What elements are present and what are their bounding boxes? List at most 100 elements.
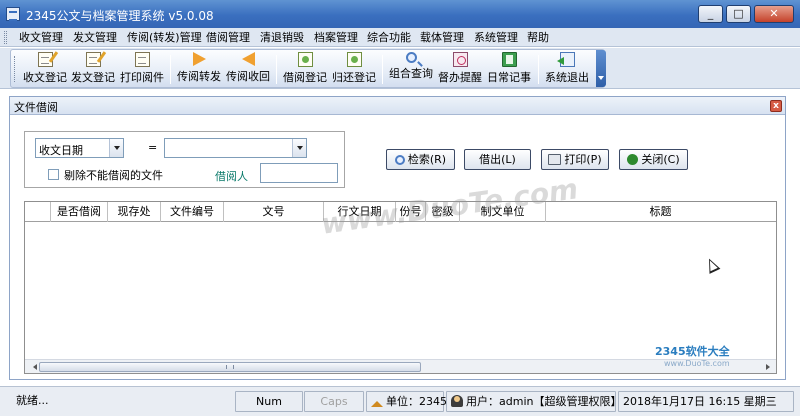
menu-borrow[interactable]: 借阅管理 [206, 30, 250, 45]
borrower-label: 借阅人 [215, 170, 248, 183]
receive-doc-icon [37, 52, 53, 67]
toolbar-circulate-recall[interactable]: 传阅收回 [226, 52, 270, 86]
arrow-left-icon [241, 52, 255, 66]
toolbar-grip[interactable] [14, 56, 17, 82]
borrow-window: 文件借阅 x 收文日期 = 剔除不能借阅的文件 借阅人 检索(R) 借出(L) … [9, 96, 786, 380]
status-unit: 单位：2345 [366, 391, 447, 412]
exclude-unborrowable-label: 剔除不能借阅的文件 [64, 169, 163, 182]
toolbar-label: 打印阅件 [120, 71, 164, 84]
value-select[interactable] [164, 138, 307, 158]
menu-combined[interactable]: 综合功能 [367, 30, 411, 45]
logo-text: 2345软件大全 [655, 345, 730, 358]
print-button[interactable]: 打印(P) [541, 149, 609, 170]
col-location[interactable]: 现存处 [108, 202, 161, 222]
search-icon [405, 52, 417, 63]
window-title: 2345公文与档案管理系统 v5.0.08 [26, 9, 214, 23]
close-icon: ✕ [769, 7, 779, 20]
borrower-input[interactable] [260, 163, 338, 183]
notebook-icon [501, 52, 517, 67]
menu-archive[interactable]: 档案管理 [314, 30, 358, 45]
toolbar-label: 系统退出 [545, 71, 589, 84]
search-button[interactable]: 检索(R) [386, 149, 455, 170]
menu-receive[interactable]: 收文管理 [19, 30, 63, 45]
toolbar-borrow-register[interactable]: 借阅登记 [283, 52, 327, 86]
field-select[interactable]: 收文日期 [35, 138, 124, 158]
status-num: Num [235, 391, 303, 412]
close-dialog-button[interactable]: 关闭(C) [619, 149, 688, 170]
maximize-button[interactable]: □ [726, 5, 751, 23]
status-bar: 就绪... Num Caps 单位：2345 用户：admin【超级管理权限】 … [0, 386, 800, 416]
chevron-down-icon[interactable] [109, 139, 123, 157]
print-button-label: 打印(P) [564, 153, 602, 166]
toolbar-label: 归还登记 [332, 71, 376, 84]
status-user-text: 用户：admin【超级管理权限】 [466, 395, 622, 408]
toolbar-combined-query[interactable]: 组合查询 [389, 52, 433, 86]
minimize-button[interactable]: _ [698, 5, 723, 23]
scroll-right-icon[interactable] [762, 361, 774, 373]
menu-system[interactable]: 系统管理 [474, 30, 518, 45]
toolbar-overflow-chevron-icon[interactable] [596, 50, 606, 87]
toolbar: 收文登记 发文登记 打印阅件 传阅转发 传阅收回 借阅登记 归还登记 组合查询 … [0, 48, 800, 89]
col-file-number[interactable]: 文件编号 [161, 202, 224, 222]
borrow-button[interactable]: 借出(L) [464, 149, 531, 170]
col-selector[interactable] [25, 202, 51, 222]
toolbar-supervise-reminder[interactable]: 督办提醒 [438, 52, 482, 86]
menu-destroy[interactable]: 清退销毁 [260, 30, 304, 45]
menu-help[interactable]: 帮助 [527, 30, 549, 45]
toolbar-receive-register[interactable]: 收文登记 [23, 52, 67, 86]
toolbar-label: 日常记事 [487, 71, 531, 84]
menu-bar: 收文管理 发文管理 传阅(转发)管理 借阅管理 清退销毁 档案管理 综合功能 载… [0, 28, 800, 47]
home-icon [371, 401, 383, 407]
return-icon [346, 52, 362, 67]
toolbar-send-register[interactable]: 发文登记 [71, 52, 115, 86]
borrow-icon [297, 52, 313, 67]
status-user: 用户：admin【超级管理权限】 [446, 391, 621, 412]
toolbar-label: 传阅转发 [177, 70, 221, 83]
logo-mark: 2345软件大全 www.DuoTe.com [655, 343, 730, 368]
chevron-down-icon[interactable] [292, 139, 306, 157]
menu-send[interactable]: 发文管理 [73, 30, 117, 45]
reminder-icon [452, 52, 468, 67]
toolbar-label: 组合查询 [389, 67, 433, 80]
window-controls: _ □ ✕ [698, 5, 794, 23]
maximize-icon: □ [733, 7, 744, 20]
toolbar-return-register[interactable]: 归还登记 [332, 52, 376, 86]
query-panel: 收文日期 = 剔除不能借阅的文件 借阅人 [24, 131, 345, 188]
menu-grip[interactable] [4, 31, 7, 44]
toolbar-system-exit[interactable]: 系统退出 [545, 52, 589, 86]
printer-icon [548, 154, 562, 165]
toolbar-separator [382, 55, 383, 84]
arrow-right-icon [192, 52, 206, 66]
exclude-unborrowable-checkbox[interactable] [48, 169, 59, 180]
toolbar-separator [276, 55, 277, 84]
menu-media[interactable]: 载体管理 [420, 30, 464, 45]
borrow-window-title: 文件借阅 [14, 101, 58, 114]
col-title[interactable]: 标题 [546, 202, 775, 222]
scroll-left-icon[interactable] [27, 361, 39, 373]
menu-circulate[interactable]: 传阅(转发)管理 [127, 30, 202, 45]
col-doc-number[interactable]: 文号 [224, 202, 324, 222]
scrollbar-thumb[interactable] [39, 362, 421, 372]
toolbar-print-doc[interactable]: 打印阅件 [120, 52, 164, 86]
toolbar-circulate-forward[interactable]: 传阅转发 [177, 52, 221, 86]
search-button-label: 检索(R) [407, 153, 447, 166]
app-icon [6, 7, 20, 21]
col-is-borrowed[interactable]: 是否借阅 [51, 202, 108, 222]
send-doc-icon [85, 52, 101, 67]
print-doc-icon [134, 52, 150, 67]
toolbar-label: 发文登记 [71, 71, 115, 84]
toolbar-strip: 收文登记 发文登记 打印阅件 传阅转发 传阅收回 借阅登记 归还登记 组合查询 … [10, 49, 605, 88]
user-icon [451, 395, 463, 407]
status-unit-text: 单位：2345 [386, 395, 447, 408]
status-caps: Caps [304, 391, 364, 412]
toolbar-daily-notes[interactable]: 日常记事 [487, 52, 531, 86]
minimize-icon: _ [707, 7, 714, 20]
close-button[interactable]: ✕ [754, 5, 794, 23]
operator-label: = [148, 141, 158, 154]
toolbar-label: 传阅收回 [226, 70, 270, 83]
field-select-value: 收文日期 [39, 144, 83, 157]
borrow-button-label: 借出(L) [479, 153, 516, 166]
borrow-window-close-button[interactable]: x [770, 100, 782, 112]
status-datetime: 2018年1月17日 16:15 星期三 [618, 391, 794, 412]
borrow-window-titlebar: 文件借阅 x [10, 97, 785, 115]
